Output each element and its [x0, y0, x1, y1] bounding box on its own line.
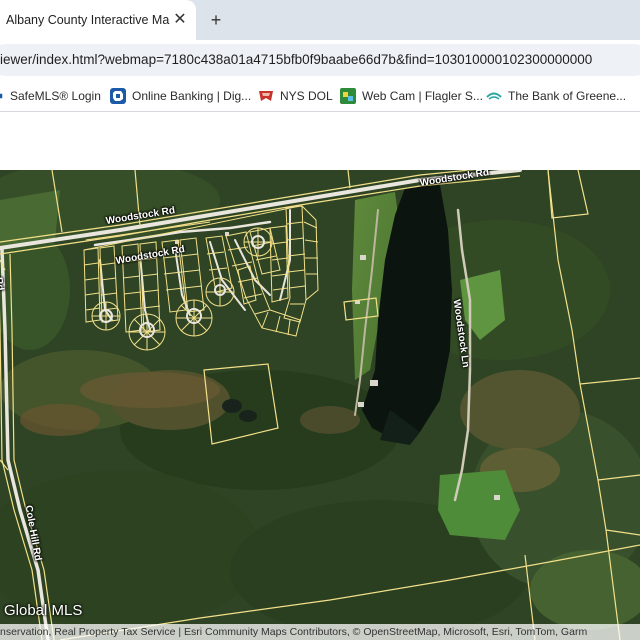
- bookmark-label: Web Cam | Flagler S...: [362, 89, 483, 103]
- new-tab-button[interactable]: +: [204, 8, 228, 32]
- watermark: Global MLS: [4, 602, 83, 619]
- tab-title: Albany County Interactive Map: [6, 13, 170, 27]
- browser-toolbar: iewer/index.html?webmap=7180c438a01a4715…: [0, 40, 640, 80]
- bookmark-label: NYS DOL: [280, 89, 333, 103]
- chase-icon: [110, 88, 126, 104]
- address-bar[interactable]: iewer/index.html?webmap=7180c438a01a4715…: [0, 44, 640, 76]
- bookmark-nys-dol[interactable]: NYS DOL: [258, 86, 333, 106]
- safemls-icon: [0, 93, 3, 99]
- bookmarks-bar: SafeMLS® Login Online Banking | Dig... N…: [0, 80, 640, 112]
- close-icon[interactable]: ✕: [170, 10, 190, 30]
- bookmark-webcam[interactable]: Web Cam | Flagler S...: [340, 86, 483, 106]
- bookmark-bank-of-greene[interactable]: The Bank of Greene...: [486, 86, 626, 106]
- page-header-area: [0, 113, 640, 170]
- map-attribution: nservation, Real Property Tax Service | …: [0, 624, 640, 640]
- bank-icon: [486, 92, 502, 100]
- bookmark-safemls[interactable]: SafeMLS® Login: [0, 86, 101, 106]
- url-text[interactable]: iewer/index.html?webmap=7180c438a01a4715…: [0, 44, 592, 76]
- tab-strip: Albany County Interactive Map ✕ +: [0, 0, 640, 40]
- bookmark-label: SafeMLS® Login: [10, 89, 101, 103]
- webcam-icon: [340, 88, 356, 104]
- bookmark-label: The Bank of Greene...: [508, 89, 627, 103]
- map-view[interactable]: Woodstock Rd Woodstock Rd Woodstock Rd W…: [0, 170, 640, 640]
- bookmark-label: Online Banking | Dig...: [132, 89, 252, 103]
- field-south: [438, 470, 520, 540]
- browser-tab[interactable]: Albany County Interactive Map ✕: [0, 0, 196, 40]
- bookmark-online-banking[interactable]: Online Banking | Dig...: [110, 86, 251, 106]
- nys-dol-icon: [259, 91, 273, 101]
- satellite-imagery: [0, 170, 640, 640]
